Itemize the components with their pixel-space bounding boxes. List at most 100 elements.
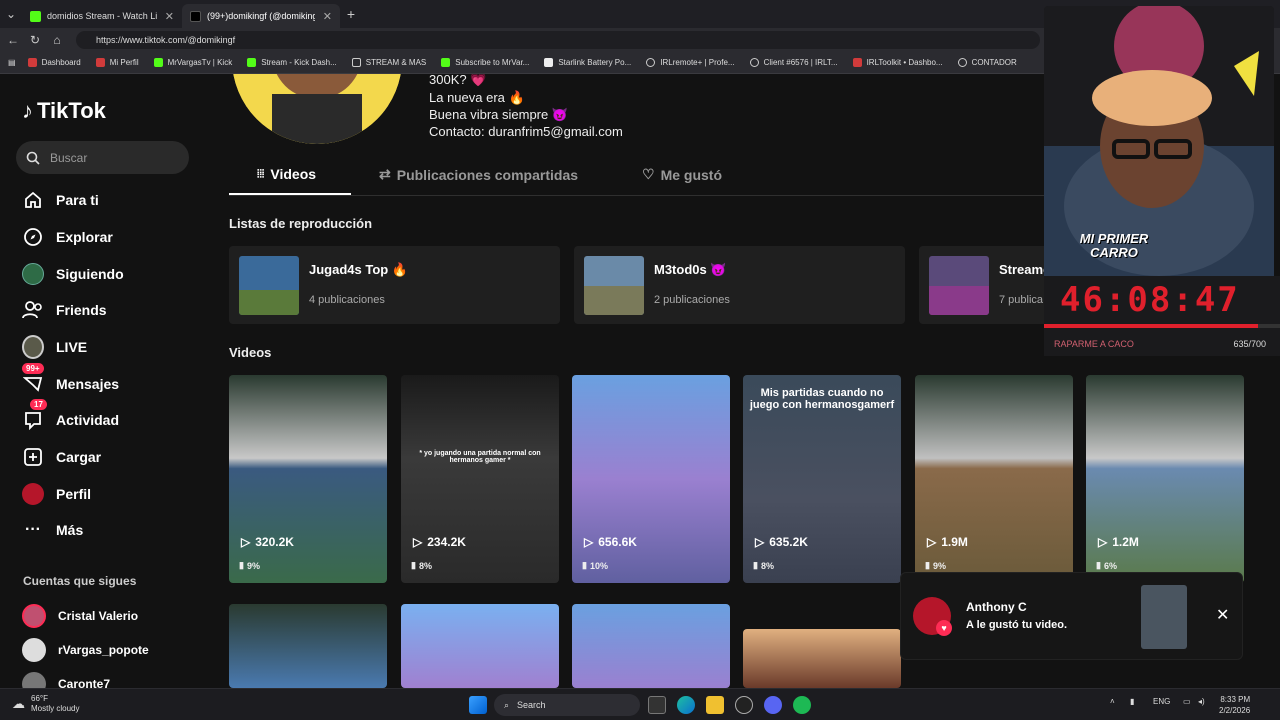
obs-icon[interactable] [735,696,753,714]
following-account[interactable]: Caronte7 [22,672,110,688]
profile-avatar [232,74,402,144]
windows-start-icon[interactable] [469,696,487,714]
view-count: ▷ 635.2K [755,535,808,549]
playlist-card[interactable]: M3tod0s 😈 2 publicaciones [574,246,905,324]
spotify-icon[interactable] [793,696,811,714]
upload-icon [22,446,44,468]
tab-close-icon[interactable]: ✕ [165,10,174,23]
windows-taskbar: ☁ 66°F Mostly cloudy ⌕ Search ˄ ▮ ENG ▭ … [0,688,1280,720]
bookmark-item[interactable]: Client #6576 | IRLT... [749,58,838,67]
tray-app-icon[interactable]: ▮ [1130,697,1134,706]
discord-icon[interactable] [764,696,782,714]
avatar [22,672,46,688]
playlist-card[interactable]: Jugad4s Top 🔥 4 publicaciones [229,246,560,324]
timer-text: 46:08:47 [1060,280,1240,320]
nav-mensajes[interactable]: 99+ Mensajes [22,363,119,396]
reload-icon[interactable]: ↻ [24,29,46,51]
volume-icon[interactable]: ◂) [1198,697,1205,706]
new-tab-icon[interactable]: + [340,3,362,25]
video-card[interactable] [229,604,387,688]
network-icon[interactable]: ▭ [1183,697,1191,706]
video-card[interactable] [572,604,730,688]
stat-percent: ▮ 8% [411,560,432,571]
goal-count: 635/700 [1233,339,1266,349]
following-account[interactable]: rVargas_popote [22,638,149,662]
goal-progress-bar [1044,324,1280,328]
kick-favicon-icon [30,10,41,22]
bookmarks-icon[interactable]: ▤ [8,58,16,67]
language-indicator[interactable]: ENG [1153,697,1170,706]
folder-icon [351,58,361,67]
nav-live[interactable]: LIVE [22,335,87,359]
video-card[interactable]: ▷ 320.2K ▮ 9% [229,375,387,583]
tab-list-chevron-icon[interactable]: ⌄ [0,3,22,25]
playlists-title: Listas de reproducción [229,216,373,231]
bookmark-item[interactable]: STREAM & MAS [351,58,426,67]
tab-videos[interactable]: ⦙⦙⦙ Videos [257,166,316,182]
videos-title: Videos [229,345,272,360]
video-card[interactable]: ▷ 656.6K ▮ 10% [572,375,730,583]
globe-icon [646,58,656,67]
bio-line: La nueva era 🔥 [429,90,525,105]
home-icon[interactable]: ⌂ [46,29,68,51]
globe-icon [957,58,967,67]
edge-icon[interactable] [677,696,695,714]
bookmark-item[interactable]: Subscribe to MrVar... [441,58,529,67]
nav-mas[interactable]: ··· Más [22,518,83,542]
bookmark-item[interactable]: Mi Perfil [95,58,139,67]
nav-explorar[interactable]: Explorar [22,225,113,249]
nav-siguiendo[interactable]: Siguiendo [22,262,124,286]
weather-widget[interactable]: ☁ 66°F Mostly cloudy [12,694,79,714]
bookmark-item[interactable]: Dashboard [27,58,81,67]
playlist-thumbnail [584,256,644,315]
play-icon: ▷ [241,535,251,549]
bookmark-icon [544,58,554,67]
bookmark-item[interactable]: Stream - Kick Dash... [247,58,337,67]
tray-chevron-icon[interactable]: ˄ [1110,697,1115,706]
messages-icon: 99+ [22,363,44,395]
playlist-thumbnail [929,256,989,315]
video-card[interactable]: * yo jugando una partida normal con herm… [401,375,559,583]
address-bar[interactable]: https://www.tiktok.com/@domikingf [76,31,1040,49]
nav-para-ti[interactable]: Para ti [22,188,99,212]
video-card[interactable]: ▷ 1.9M ▮ 9% [915,375,1073,583]
tab-me-gusto[interactable]: ♡ Me gustó [642,166,722,183]
nav-perfil[interactable]: Perfil [22,482,91,506]
bookmark-icon [852,58,862,67]
play-icon: ▷ [584,535,594,549]
search-input[interactable]: Buscar [16,141,189,174]
task-view-icon[interactable] [648,696,666,714]
goal-progress-fill [1044,324,1259,328]
tab-close-icon[interactable]: ✕ [323,10,332,23]
clock[interactable]: 8:33 PM 2/2/2026 [1219,694,1250,716]
bookmark-item[interactable]: IRLremote+ | Profe... [646,58,735,67]
bar-chart-icon: ▮ [1096,560,1101,570]
goal-bar: RAPARME A CACO 635/700 [1044,332,1280,356]
weather-cloud-icon: ☁ [12,696,25,711]
like-notification[interactable]: ♥ Anthony C A le gustó tu video. ✕ [900,572,1243,660]
bookmark-item[interactable]: CONTADOR [957,58,1017,67]
bookmark-item[interactable]: Starlink Battery Po... [544,58,631,67]
bookmark-item[interactable]: MrVargasTv | Kick [153,58,232,67]
taskbar-search[interactable]: ⌕ Search [494,694,640,716]
video-card[interactable] [743,629,901,688]
browser-tab-kick[interactable]: domidios Stream - Watch Live on K ✕ [22,4,182,28]
search-icon [26,151,40,165]
video-card[interactable]: ▷ 1.2M ▮ 6% [1086,375,1244,583]
browser-tab-tiktok[interactable]: (99+)domikingf (@domikingf) | TikT ✕ [182,4,340,28]
stat-percent: ▮ 8% [753,560,774,571]
close-icon[interactable]: ✕ [1216,605,1229,625]
following-account[interactable]: Cristal Valerio [22,604,138,628]
play-icon: ▷ [1098,535,1108,549]
bookmark-item[interactable]: IRLToolkit • Dashbo... [852,58,943,67]
nav-friends[interactable]: Friends [22,298,107,322]
avatar [22,604,46,628]
video-card[interactable]: Mis partidas cuando no juego con hermano… [743,375,901,583]
video-card[interactable] [401,604,559,688]
tiktok-logo[interactable]: ♪ TikTok [22,98,106,124]
nav-actividad[interactable]: 17 Actividad [22,399,119,432]
back-icon[interactable]: ← [2,29,24,51]
tab-publicaciones-compartidas[interactable]: ⇄ Publicaciones compartidas [379,166,578,183]
nav-cargar[interactable]: Cargar [22,445,101,469]
file-explorer-icon[interactable] [706,696,724,714]
